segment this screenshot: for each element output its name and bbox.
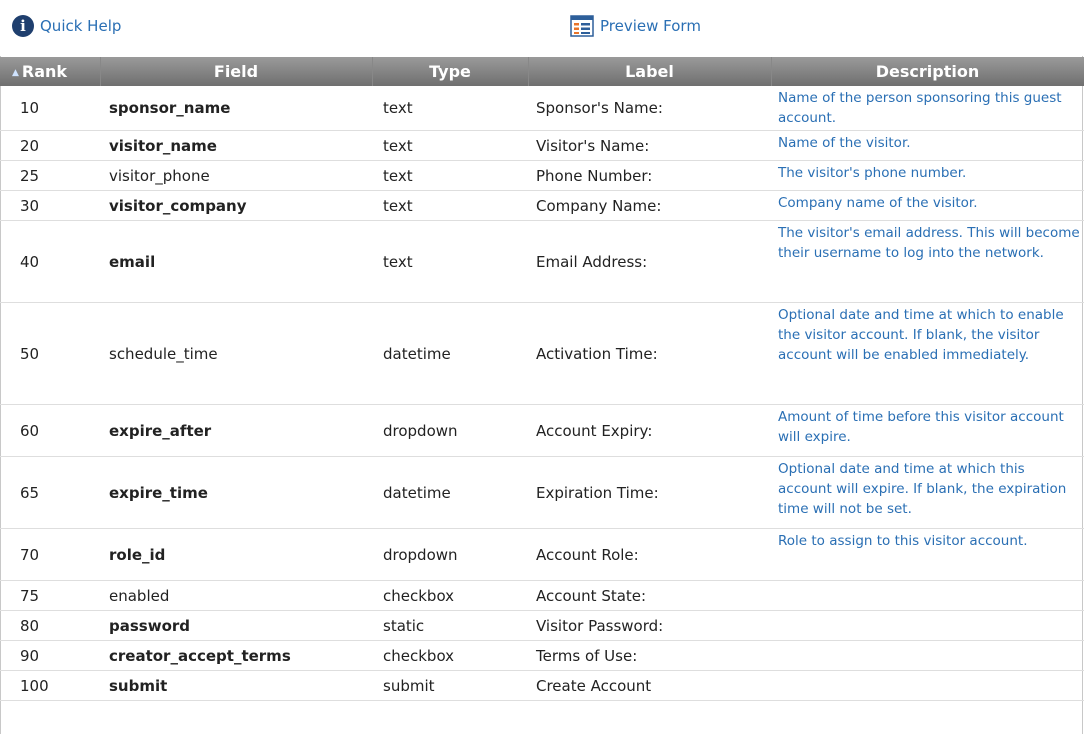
cell-label: Company Name:: [528, 190, 771, 221]
cell-type: text: [372, 220, 528, 303]
table-row[interactable]: 50 schedule_time datetime Activation Time: O…: [0, 302, 1084, 405]
column-header-rank[interactable]: ▲ Rank: [0, 57, 101, 86]
toolbar: i Quick Help Preview Form: [0, 0, 1084, 56]
cell-type: checkbox: [372, 640, 528, 671]
cell-rank: 75: [0, 580, 100, 611]
table-row[interactable]: 20 visitor_name text Visitor's Name: Name of…: [0, 130, 1084, 161]
cell-field: password: [100, 610, 372, 641]
cell-field: expire_after: [100, 404, 372, 457]
cell-description: The visitor's email address. This will b…: [771, 220, 1084, 303]
table-row[interactable]: 60 expire_after dropdown Account Expiry: Amo…: [0, 404, 1084, 457]
cell-label: Activation Time:: [528, 302, 771, 405]
cell-rank: 50: [0, 302, 100, 405]
table-header-row: ▲ Rank Field Type Label Description: [0, 57, 1084, 86]
cell-description: Optional date and time at which this acc…: [771, 456, 1084, 529]
column-header-type[interactable]: Type: [372, 57, 529, 86]
cell-description: Company name of the visitor.: [771, 190, 1084, 221]
cell-description: Optional date and time at which to enabl…: [771, 302, 1084, 405]
form-icon: [570, 15, 594, 37]
cell-rank: 40: [0, 220, 100, 303]
quick-help-label: Quick Help: [40, 17, 122, 35]
cell-label: Visitor's Name:: [528, 130, 771, 161]
info-icon: i: [12, 15, 34, 37]
cell-rank: 70: [0, 528, 100, 581]
cell-type: text: [372, 86, 528, 131]
cell-type: datetime: [372, 456, 528, 529]
cell-rank: 20: [0, 130, 100, 161]
cell-rank: 25: [0, 160, 100, 191]
cell-description: The visitor's phone number.: [771, 160, 1084, 191]
cell-label: Email Address:: [528, 220, 771, 303]
column-header-description[interactable]: Description: [771, 57, 1084, 86]
cell-type: text: [372, 130, 528, 161]
column-header-label[interactable]: Label: [528, 57, 772, 86]
cell-field: sponsor_name: [100, 86, 372, 131]
sort-ascending-icon: ▲: [12, 68, 19, 78]
cell-field: creator_accept_terms: [100, 640, 372, 671]
cell-description: Name of the visitor.: [771, 130, 1084, 161]
table-row[interactable]: 10 sponsor_name text Sponsor's Name: Name of…: [0, 86, 1084, 131]
cell-field: visitor_name: [100, 130, 372, 161]
cell-type: dropdown: [372, 404, 528, 457]
cell-field: visitor_phone: [100, 160, 372, 191]
cell-rank: 65: [0, 456, 100, 529]
cell-label: Account State:: [528, 580, 771, 611]
preview-form-link[interactable]: Preview Form: [570, 15, 701, 37]
cell-type: dropdown: [372, 528, 528, 581]
cell-description: [771, 670, 1084, 701]
cell-description: [771, 610, 1084, 641]
cell-description: Name of the person sponsoring this guest…: [771, 86, 1084, 131]
cell-field: role_id: [100, 528, 372, 581]
table-row[interactable]: 40 email text Email Address: The visitor's e…: [0, 220, 1084, 303]
cell-field: schedule_time: [100, 302, 372, 405]
cell-rank: 60: [0, 404, 100, 457]
table-row[interactable]: 25 visitor_phone text Phone Number: The visi…: [0, 160, 1084, 191]
table-row[interactable]: 75 enabled checkbox Account State:: [0, 580, 1084, 611]
table-row[interactable]: 100 submit submit Create Account: [0, 670, 1084, 701]
column-header-field[interactable]: Field: [100, 57, 373, 86]
cell-label: Sponsor's Name:: [528, 86, 771, 131]
cell-field: email: [100, 220, 372, 303]
form-fields-table: ▲ Rank Field Type Label Description 10 spo…: [0, 57, 1084, 701]
cell-rank: 100: [0, 670, 100, 701]
table-row[interactable]: 90 creator_accept_terms checkbox Terms of U…: [0, 640, 1084, 671]
cell-type: datetime: [372, 302, 528, 405]
cell-rank: 10: [0, 86, 100, 131]
cell-description: [771, 580, 1084, 611]
cell-field: enabled: [100, 580, 372, 611]
cell-label: Terms of Use:: [528, 640, 771, 671]
cell-label: Expiration Time:: [528, 456, 771, 529]
cell-field: submit: [100, 670, 372, 701]
cell-label: Phone Number:: [528, 160, 771, 191]
cell-type: checkbox: [372, 580, 528, 611]
table-row[interactable]: 70 role_id dropdown Account Role: Role to as…: [0, 528, 1084, 581]
cell-type: text: [372, 190, 528, 221]
cell-field: expire_time: [100, 456, 372, 529]
cell-field: visitor_company: [100, 190, 372, 221]
cell-type: text: [372, 160, 528, 191]
column-header-rank-label: Rank: [21, 62, 68, 81]
cell-description: Role to assign to this visitor account.: [771, 528, 1084, 581]
cell-label: Account Expiry:: [528, 404, 771, 457]
cell-type: submit: [372, 670, 528, 701]
cell-label: Create Account: [528, 670, 771, 701]
cell-description: Amount of time before this visitor accou…: [771, 404, 1084, 457]
cell-label: Visitor Password:: [528, 610, 771, 641]
cell-rank: 30: [0, 190, 100, 221]
quick-help-link[interactable]: i Quick Help: [12, 15, 121, 37]
table-row[interactable]: 65 expire_time datetime Expiration Time: Opt…: [0, 456, 1084, 529]
cell-label: Account Role:: [528, 528, 771, 581]
cell-rank: 90: [0, 640, 100, 671]
preview-form-label: Preview Form: [600, 17, 701, 35]
table-row[interactable]: 80 password static Visitor Password:: [0, 610, 1084, 641]
cell-description: [771, 640, 1084, 671]
cell-type: static: [372, 610, 528, 641]
table-row[interactable]: 30 visitor_company text Company Name: Compan…: [0, 190, 1084, 221]
cell-rank: 80: [0, 610, 100, 641]
